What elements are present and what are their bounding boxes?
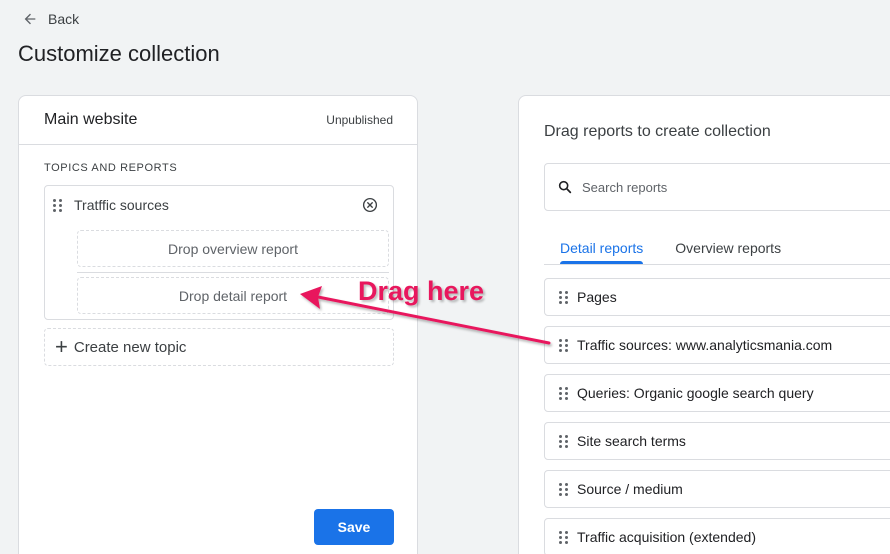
drag-handle-icon — [559, 434, 569, 448]
report-label: Traffic acquisition (extended) — [577, 529, 756, 545]
collection-header: Main website Unpublished — [19, 96, 417, 145]
create-topic-label: Create new topic — [73, 338, 187, 356]
report-library-panel: Drag reports to create collection Detail… — [518, 95, 890, 554]
drag-handle-icon[interactable] — [53, 198, 63, 212]
tab-detail-reports[interactable]: Detail reports — [544, 232, 659, 264]
arrow-back-icon — [24, 13, 36, 25]
remove-topic-icon[interactable] — [361, 196, 379, 214]
library-title: Drag reports to create collection — [544, 123, 771, 140]
report-label: Pages — [577, 289, 617, 305]
drop-overview-report-zone[interactable]: Drop overview report — [77, 230, 389, 267]
collection-panel: Main website Unpublished TOPICS AND REPO… — [18, 95, 418, 554]
collection-name: Main website — [44, 111, 138, 128]
tabs-divider — [544, 264, 890, 265]
drag-handle-icon — [559, 482, 569, 496]
drop-detail-label: Drop detail report — [178, 287, 288, 304]
report-tabs: Detail reports Overview reports — [544, 232, 890, 264]
plus-icon: + — [55, 334, 68, 359]
report-label: Source / medium — [577, 481, 683, 497]
search-icon — [558, 180, 572, 194]
report-item-traffic-acquisition[interactable]: Traffic acquisition (extended) — [544, 518, 890, 554]
topic-row: Tratffic sources — [53, 196, 379, 214]
section-label: TOPICS AND REPORTS — [44, 162, 178, 174]
drag-handle-icon — [559, 290, 569, 304]
status-badge: Unpublished — [326, 113, 393, 127]
search-input[interactable] — [582, 179, 862, 195]
drag-handle-icon — [559, 530, 569, 544]
back-button[interactable]: Back — [22, 11, 79, 27]
report-item-pages[interactable]: Pages — [544, 278, 890, 316]
report-label: Site search terms — [577, 433, 686, 449]
tab-overview-reports[interactable]: Overview reports — [659, 232, 797, 264]
page-title: Customize collection — [18, 41, 220, 66]
report-item-source-medium[interactable]: Source / medium — [544, 470, 890, 508]
search-box[interactable] — [544, 163, 890, 211]
topic-name: Tratffic sources — [74, 197, 169, 213]
report-label: Queries: Organic google search query — [577, 385, 814, 401]
drag-handle-icon — [559, 386, 569, 400]
report-item-traffic-sources[interactable]: Traffic sources: www.analyticsmania.com — [544, 326, 890, 364]
report-item-site-search-terms[interactable]: Site search terms — [544, 422, 890, 460]
drop-detail-report-zone[interactable]: Drop detail report — [77, 277, 389, 314]
save-button[interactable]: Save — [314, 509, 394, 545]
report-item-queries[interactable]: Queries: Organic google search query — [544, 374, 890, 412]
topic-card[interactable]: Tratffic sources Drop overview report Dr… — [44, 185, 394, 320]
drop-divider — [77, 272, 389, 273]
report-label: Traffic sources: www.analyticsmania.com — [577, 337, 833, 353]
drag-handle-icon — [559, 338, 569, 352]
back-label: Back — [48, 11, 80, 27]
drop-overview-label: Drop overview report — [168, 240, 298, 257]
create-topic-button[interactable]: + Create new topic — [44, 328, 394, 366]
